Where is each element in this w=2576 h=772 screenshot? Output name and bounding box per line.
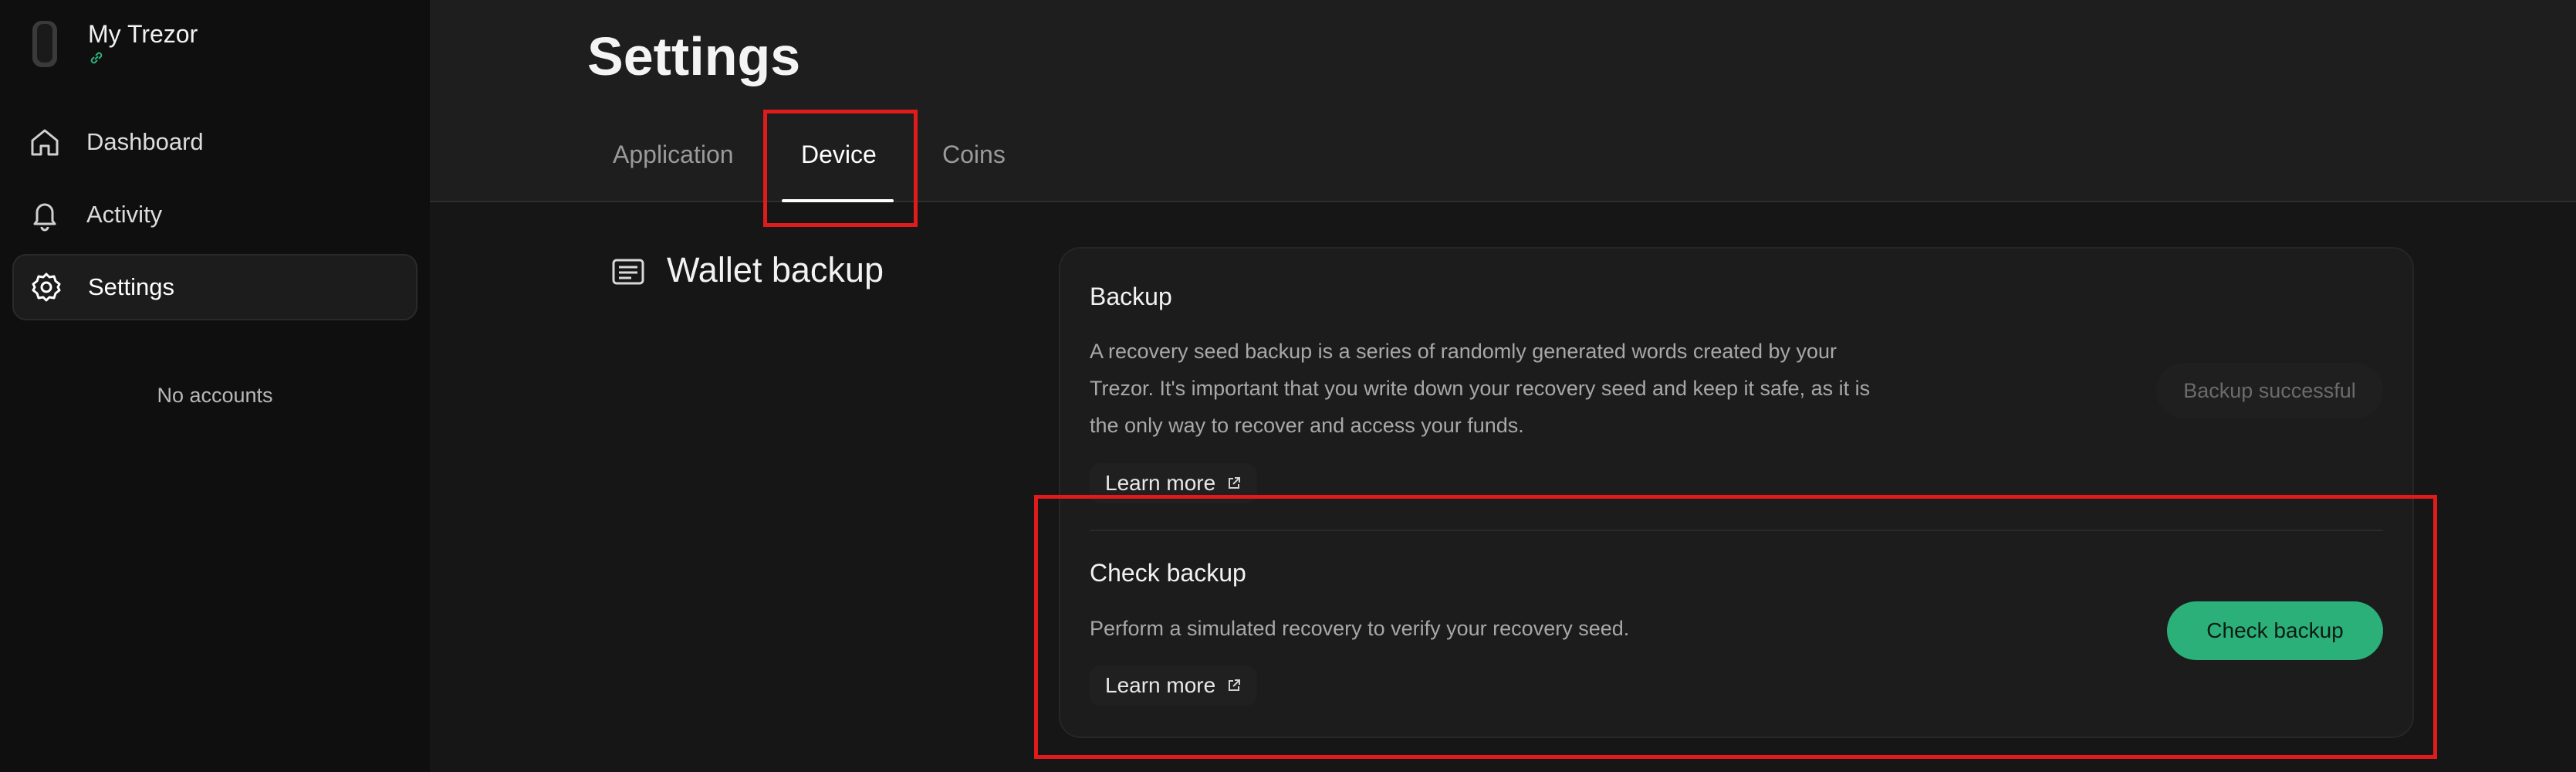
learn-more-label: Learn more [1105, 673, 1216, 697]
check-backup-description: Perform a simulated recovery to verify y… [1090, 617, 1630, 640]
device-name[interactable]: My Trezor [88, 20, 198, 49]
sidebar-item-label: Dashboard [86, 128, 204, 155]
wallet-backup-card [1059, 247, 2414, 738]
divider [1090, 530, 2383, 531]
active-tab-indicator [782, 199, 894, 202]
tab-application[interactable]: Application [613, 141, 734, 169]
sidebar: My Trezor Dashboard Activity Settings No… [0, 0, 430, 772]
learn-more-label: Learn more [1105, 471, 1216, 495]
external-link-icon [1229, 477, 1241, 489]
list-card-icon [612, 259, 644, 285]
backup-learn-more-link[interactable]: Learn more [1090, 463, 1258, 503]
backup-successful-button: Backup successful [2156, 363, 2383, 418]
sidebar-item-activity[interactable]: Activity [12, 181, 418, 248]
link-icon [90, 52, 103, 64]
check-backup-button[interactable]: Check backup [2167, 601, 2383, 660]
sidebar-item-label: Activity [86, 201, 163, 228]
external-link-icon [1229, 679, 1241, 691]
sidebar-item-dashboard[interactable]: Dashboard [12, 109, 418, 175]
no-accounts-text: No accounts [157, 384, 273, 407]
trezor-device-icon[interactable] [29, 19, 60, 69]
sidebar-item-settings[interactable]: Settings [12, 254, 418, 320]
sidebar-item-label: Settings [88, 273, 175, 300]
check-backup-learn-more-link[interactable]: Learn more [1090, 665, 1258, 706]
gear-icon [32, 273, 61, 302]
backup-description: A recovery seed backup is a series of ra… [1090, 340, 1871, 437]
home-icon [31, 129, 59, 156]
bell-icon [33, 203, 56, 232]
backup-title: Backup [1090, 283, 1172, 310]
tab-coins[interactable]: Coins [942, 141, 1006, 169]
section-title: Wallet backup [667, 250, 884, 290]
page-title: Settings [587, 26, 801, 86]
check-backup-title: Check backup [1090, 559, 1246, 587]
tab-device[interactable]: Device [801, 141, 877, 169]
